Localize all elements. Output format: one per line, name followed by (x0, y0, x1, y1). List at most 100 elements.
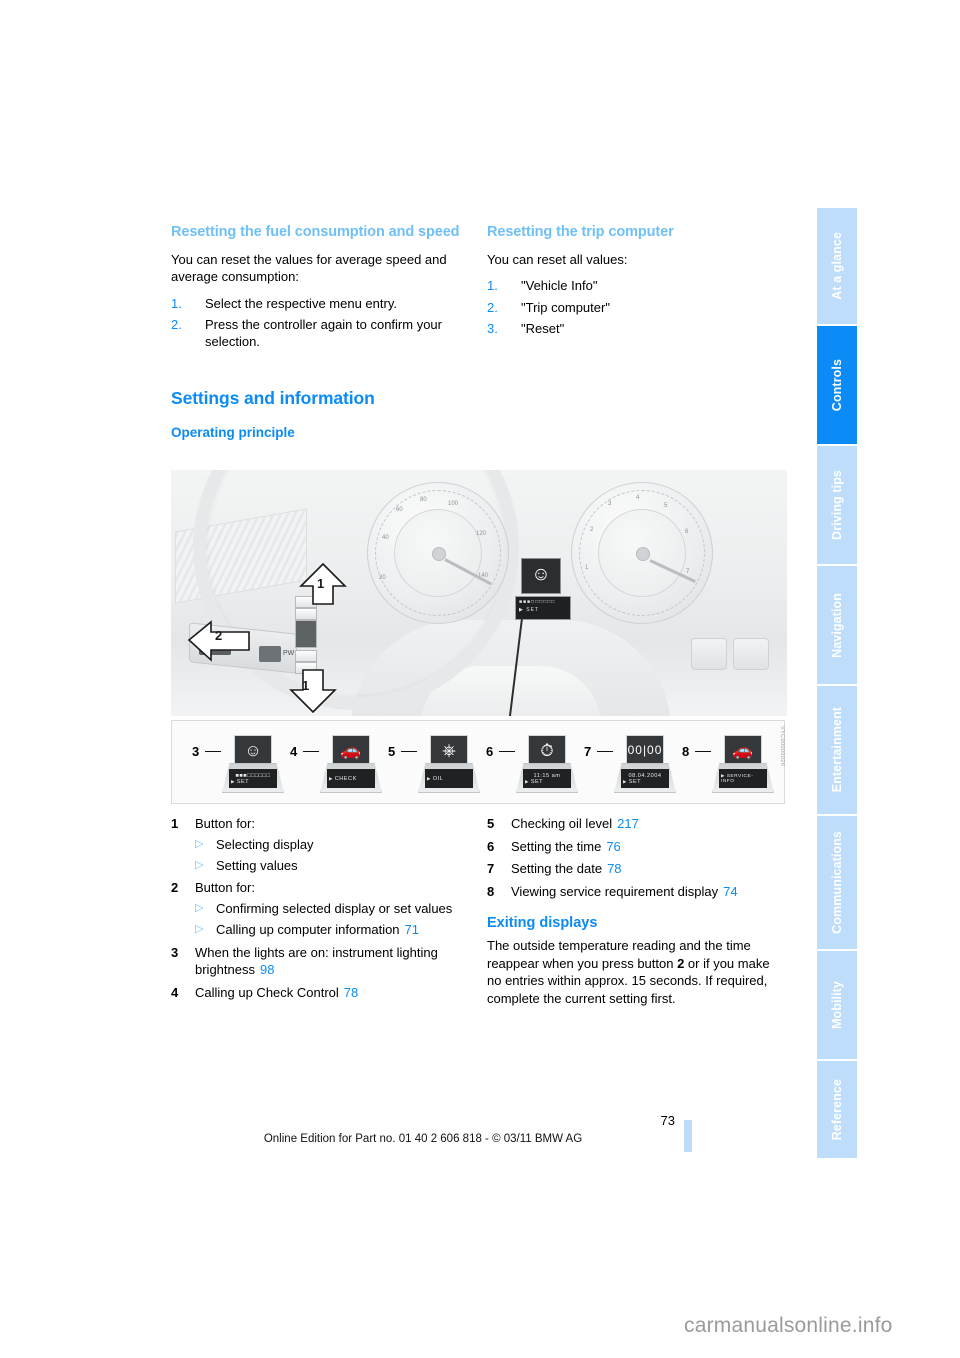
tab-communications[interactable]: Communications (817, 816, 857, 951)
key-text: Button for: (195, 880, 255, 896)
list-item: 1. "Vehicle Info" (487, 277, 777, 294)
footer-accent-bar (684, 1120, 692, 1152)
lcd-line-2: CHECK (329, 776, 373, 782)
tab-reference[interactable]: Reference (817, 1061, 857, 1160)
page-ref[interactable]: 71 (405, 922, 419, 937)
figure-key-left: 1 Button for: ▷ Selecting display ▷ Sett… (171, 815, 471, 1006)
page-number: 73 (660, 1113, 675, 1128)
step-text: "Vehicle Info" (521, 278, 598, 294)
tab-controls[interactable]: Controls (817, 326, 857, 446)
section-tab-strip: At a glance Controls Driving tips Navigatio… (817, 208, 857, 1160)
page-ref[interactable]: 98 (260, 962, 274, 977)
callout-number-6: 6 (486, 744, 494, 759)
tab-entertainment[interactable]: Entertainment (817, 686, 857, 816)
callout-line (695, 751, 711, 753)
display-lcd: SERVICE-INFO (719, 769, 767, 788)
display-base: SERVICE-INFO (712, 763, 774, 793)
callout-line (499, 751, 515, 753)
light-switch-right[interactable] (733, 638, 769, 670)
tab-label: Reference (830, 1078, 844, 1141)
rocker-segment[interactable] (295, 650, 317, 662)
callout-line (401, 751, 417, 753)
triangle-bullet-icon: ▷ (195, 923, 204, 936)
display-variant-7: 7 00|00 08.04.2004 SET (584, 735, 676, 793)
light-switch-left[interactable] (691, 638, 727, 670)
display-screen: 🚗 (724, 735, 762, 765)
key-sub-text: Selecting display (216, 836, 314, 852)
triangle-bullet-icon: ▷ (195, 901, 204, 914)
step-number: 2. (171, 316, 182, 332)
step-text: "Reset" (521, 320, 565, 336)
callout-number-5: 5 (388, 744, 396, 759)
tab-label: Navigation (830, 592, 844, 658)
callout-line (205, 751, 221, 753)
display-screen: 00|00 (626, 735, 664, 765)
speedometer-dial: 80 60 100 40 120 20 140 (367, 482, 509, 624)
key-number: 1 (171, 816, 179, 831)
key-sub-text: Setting values (216, 857, 298, 873)
lcd-set-label: ▶ SET (519, 607, 539, 613)
list-item: ▷ Calling up computer information 71 (195, 921, 471, 938)
list-item: 2. Press the controller again to confirm… (171, 316, 461, 351)
callout-number-3: 3 (192, 744, 200, 759)
left-heading: Resetting the fuel consumption and speed (171, 224, 460, 240)
display-base: 11:15 am SET (516, 763, 578, 793)
list-item: 4 Calling up Check Control 78 (171, 984, 471, 1002)
arrow-label-2: 2 (215, 628, 223, 643)
subsection-title: Operating principle (171, 425, 295, 441)
page-ref[interactable]: 74 (723, 884, 737, 899)
step-text: Press the controller again to confirm yo… (205, 316, 442, 350)
left-text-column: Resetting the fuel consumption and speed… (171, 224, 461, 447)
page-ref[interactable]: 76 (606, 839, 620, 854)
list-item: ▷ Setting values (195, 857, 471, 874)
page-title: Settings and information (171, 387, 375, 408)
callout-number-4: 4 (290, 744, 298, 759)
display-lcd: ■■■□□□□□□ SET (229, 769, 277, 788)
figure-key-right: 5 Checking oil level 217 6 Setting the ti… (487, 815, 787, 900)
operating-principle-figure: 80 60 100 40 120 20 140 3 4 5 2 6 1 7 ☺ … (171, 470, 787, 804)
callout-line (303, 751, 319, 753)
display-base: CHECK (320, 763, 382, 793)
clock-icon: ⏱ (540, 740, 554, 760)
display-lcd: 08.04.2004 SET (621, 769, 669, 788)
arrow-label-1-top: 1 (317, 576, 325, 591)
display-variant-5: 5 ⎈ OIL (388, 735, 480, 793)
tab-navigation[interactable]: Navigation (817, 566, 857, 686)
list-item: 1. Select the respective menu entry. (171, 295, 461, 312)
display-lcd: CHECK (327, 769, 375, 788)
rocker-button[interactable] (295, 620, 317, 648)
rocker-segment[interactable] (295, 608, 317, 620)
step-text: Select the respective menu entry. (205, 295, 397, 311)
list-item: 8 Viewing service requirement display 74 (487, 883, 787, 901)
tab-at-a-glance[interactable]: At a glance (817, 208, 857, 326)
page-ref[interactable]: 78 (607, 861, 621, 876)
tab-label: Communications (830, 831, 844, 934)
pw-button[interactable] (259, 646, 281, 662)
instrument-cluster-illustration: 80 60 100 40 120 20 140 3 4 5 2 6 1 7 ☺ … (171, 470, 787, 716)
lcd-line-2: SET (623, 779, 667, 785)
display-lcd: 11:15 am SET (523, 769, 571, 788)
right-intro: You can reset all values: (487, 251, 628, 267)
right-steps: 1. "Vehicle Info" 2. "Trip computer" 3. … (487, 277, 777, 337)
car-icon: 🚗 (732, 740, 754, 760)
page-ref[interactable]: 78 (344, 985, 358, 1000)
tab-label: Mobility (830, 980, 844, 1030)
key-number: 3 (171, 944, 179, 960)
list-item: 2 Button for: ▷ Confirming selected disp… (171, 879, 471, 938)
watermark: carmanualsonline.info (684, 1314, 893, 1337)
lcd-line-2: SET (525, 779, 569, 785)
left-intro: You can reset the values for average spe… (171, 251, 447, 285)
manual-page: Resetting the fuel consumption and speed… (0, 0, 817, 1358)
page-ref[interactable]: 217 (617, 816, 639, 831)
tab-driving-tips[interactable]: Driving tips (817, 446, 857, 566)
person-seat-icon: ☺ (531, 564, 551, 585)
key-text: When the lights are on: instrument light… (195, 944, 438, 978)
cluster-display-icon: ☺ (521, 558, 561, 594)
tab-mobility[interactable]: Mobility (817, 951, 857, 1061)
lcd-line-2: SET (231, 779, 275, 785)
triangle-bullet-icon: ▷ (195, 858, 204, 871)
step-text: "Trip computer" (521, 299, 610, 315)
person-seat-icon: ☺ (244, 740, 262, 760)
tab-label: Controls (830, 358, 844, 412)
date-digits-icon: 00|00 (627, 743, 663, 757)
